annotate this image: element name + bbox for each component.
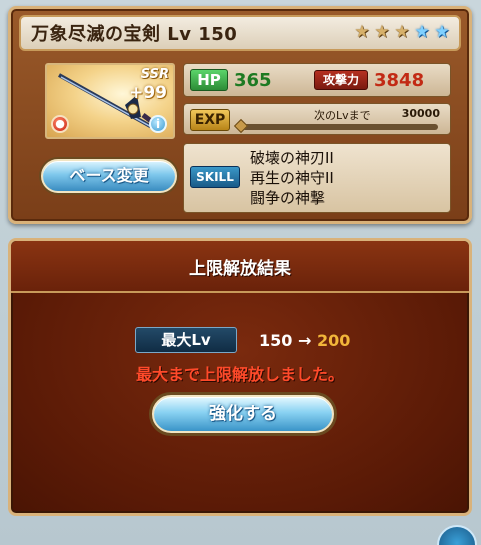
info-icon[interactable]: i (149, 115, 167, 133)
exp-label: EXP (190, 109, 230, 131)
star-icon: ★ (354, 22, 370, 42)
plus-badge: +99 (129, 83, 167, 103)
skill-item[interactable]: 破壊の神刃II (250, 148, 334, 168)
skill-label: SKILL (190, 166, 240, 188)
panel-title: 上限解放結果 (189, 258, 291, 279)
level-to: 200 (316, 331, 351, 350)
weapon-card: 万象尽滅の宝剣 Lv 150 ★ ★ ★ ★ ★ SSR +99 ● i HP … (8, 6, 472, 224)
exp-row: EXP 次のLvまで 30000 (183, 103, 451, 135)
corner-menu-icon[interactable] (437, 525, 477, 545)
skill-list: 破壊の神刃II 再生の神守II 闘争の神撃 (250, 148, 334, 208)
star-icon: ★ (374, 22, 390, 42)
attack-label: 攻撃力 (314, 70, 368, 90)
weapon-name: 万象尽滅の宝剣 Lv 150 (31, 24, 238, 45)
skill-item[interactable]: 闘争の神撃 (250, 188, 334, 208)
level-change: 150 → 200 (259, 331, 350, 350)
rarity-badge: SSR (140, 67, 169, 82)
weapon-thumbnail[interactable]: SSR +99 ● i (45, 63, 175, 139)
uncap-stars: ★ ★ ★ ★ ★ (353, 23, 451, 41)
max-lv-label: 最大Lv (135, 327, 237, 353)
result-message: 最大まで上限解放しました。 (135, 365, 344, 384)
skill-item[interactable]: 再生の神守II (250, 168, 334, 188)
panel-header: 上限解放結果 (11, 241, 469, 293)
fire-element-icon: ● (51, 115, 69, 133)
star-icon: ★ (394, 22, 410, 42)
level-from: 150 (259, 331, 293, 350)
arrow: → (297, 331, 312, 350)
hp-value: 365 (234, 70, 272, 91)
star-icon: ★ (414, 22, 430, 42)
stats-row: HP 365 攻撃力 3848 (183, 63, 451, 97)
exp-next-value: 30000 (401, 107, 440, 120)
exp-progress-marker (233, 118, 249, 134)
exp-next-label: 次のLvまで (314, 109, 371, 122)
hp-label: HP (190, 69, 228, 91)
uncap-result-panel: 上限解放結果 最大Lv 150 → 200 最大まで上限解放しました。 強化する (8, 238, 472, 516)
star-icon: ★ (434, 22, 450, 42)
enhance-button[interactable]: 強化する (152, 395, 334, 433)
exp-progress-bar (242, 124, 438, 130)
base-change-button[interactable]: ベース変更 (41, 159, 177, 193)
skill-box: SKILL 破壊の神刃II 再生の神守II 闘争の神撃 (183, 143, 451, 213)
attack-value: 3848 (374, 70, 425, 91)
weapon-title-bar: 万象尽滅の宝剣 Lv 150 ★ ★ ★ ★ ★ (19, 15, 461, 51)
